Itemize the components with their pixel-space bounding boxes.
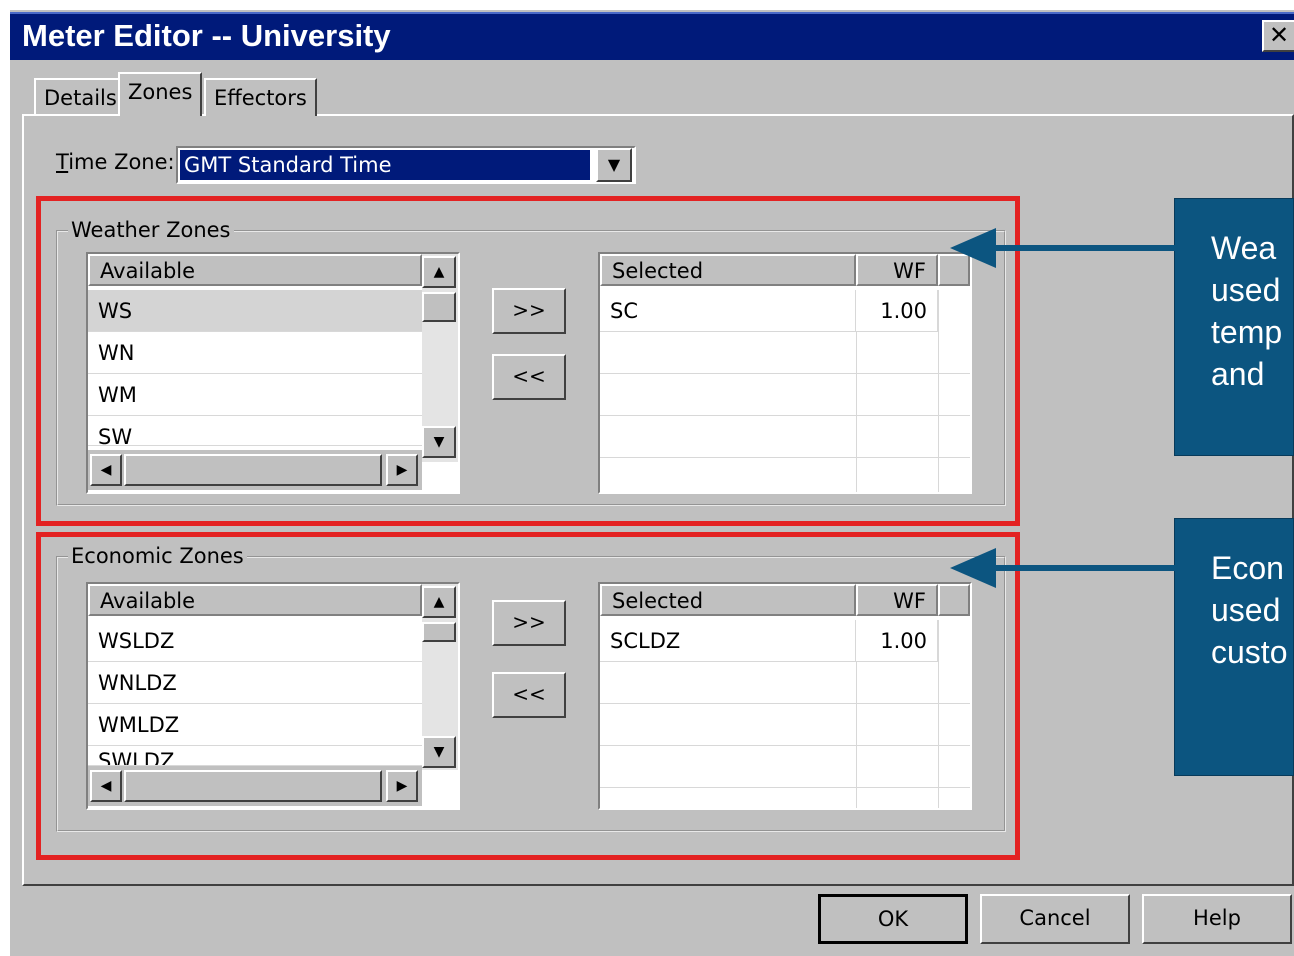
ok-button[interactable]: OK: [818, 894, 968, 944]
callout-line: Econ: [1211, 550, 1284, 586]
arrow-left-icon: [950, 228, 1176, 268]
economic-highlight-box: [36, 532, 1020, 860]
weather-highlight-box: [36, 196, 1020, 526]
window-title: Meter Editor -- University: [22, 18, 391, 53]
time-zone-value: GMT Standard Time: [180, 150, 590, 180]
callout-line: temp: [1211, 314, 1283, 350]
tab-details[interactable]: Details: [34, 78, 127, 116]
dropdown-arrow-icon[interactable]: ▼: [596, 148, 632, 182]
arrow-left-icon: [950, 548, 1176, 588]
close-icon[interactable]: ✕: [1262, 20, 1294, 52]
tab-effectors[interactable]: Effectors: [204, 78, 317, 116]
economic-callout: Econ used custo: [1174, 518, 1294, 776]
callout-line: used: [1211, 592, 1281, 628]
cancel-button[interactable]: Cancel: [980, 894, 1130, 944]
tab-zones[interactable]: Zones: [118, 72, 203, 116]
callout-line: Wea: [1211, 230, 1277, 266]
callout-line: used: [1211, 272, 1281, 308]
help-button[interactable]: Help: [1142, 894, 1292, 944]
callout-line: custo: [1211, 634, 1288, 670]
callout-line: and: [1211, 356, 1265, 392]
time-zone-select[interactable]: GMT Standard Time ▼: [176, 146, 636, 184]
time-zone-label: Time Zone:: [56, 150, 175, 174]
weather-callout: Wea used temp and: [1174, 198, 1294, 456]
